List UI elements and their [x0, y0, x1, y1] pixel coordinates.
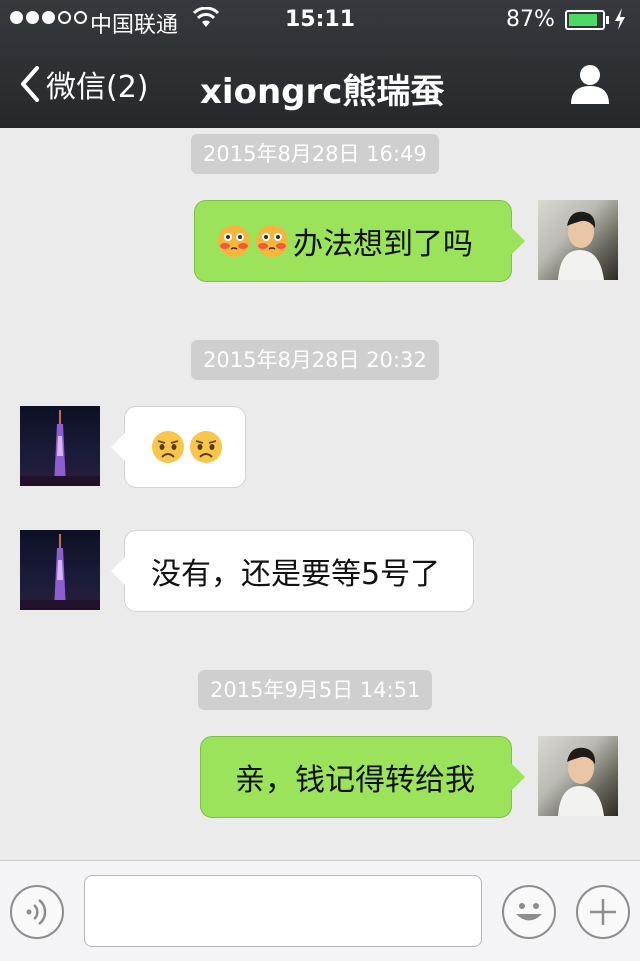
chat-title: xiongrc熊瑞蚕 — [200, 72, 445, 112]
back-label: 微信(2) — [46, 70, 149, 105]
smiley-icon — [516, 903, 542, 921]
contact-profile-icon[interactable] — [568, 62, 612, 110]
plus-icon — [590, 899, 616, 925]
bubble-tail — [511, 227, 525, 255]
bubble-tail — [511, 763, 525, 791]
message-text: 办法想到了吗 — [293, 227, 473, 262]
message-text: 亲，钱记得转给我 — [235, 763, 475, 798]
voice-input-button[interactable] — [10, 885, 64, 939]
message-timestamp: 2015年9月5日 14:51 — [198, 670, 433, 710]
chevron-left-icon — [20, 66, 40, 102]
tower-photo-icon — [20, 410, 100, 486]
my-avatar[interactable] — [538, 736, 618, 816]
my-avatar[interactable] — [538, 200, 618, 280]
battery-percentage: 87% — [506, 7, 555, 32]
contact-avatar[interactable] — [20, 530, 100, 610]
bubble-tail — [111, 557, 125, 585]
more-options-button[interactable] — [576, 885, 630, 939]
navigation-bar: 微信(2) xiongrc熊瑞蚕 — [0, 40, 640, 128]
back-button[interactable]: 微信(2) — [20, 62, 149, 106]
person-photo-icon — [558, 211, 604, 280]
message-timestamp: 2015年8月28日 16:49 — [191, 134, 439, 174]
bubble-tail — [111, 433, 125, 461]
battery-tip — [606, 16, 609, 24]
emoji-button[interactable] — [502, 885, 556, 939]
sad-face-icon — [190, 431, 222, 463]
message-timestamp: 2015年8月28日 20:32 — [191, 340, 439, 380]
sad-face-icon — [152, 431, 184, 463]
person-photo-icon — [558, 747, 604, 816]
sent-message-bubble[interactable]: 办法想到了吗 — [194, 200, 525, 282]
received-message-bubble[interactable]: 没有，还是要等5号了 — [111, 530, 474, 612]
message-text-input[interactable] — [84, 875, 482, 947]
blushing-face-icon — [256, 225, 288, 257]
message-text: 没有，还是要等5号了 — [151, 557, 441, 592]
battery-icon — [565, 10, 605, 30]
sent-message-bubble[interactable]: 亲，钱记得转给我 — [200, 736, 525, 818]
received-message-bubble[interactable] — [111, 406, 246, 488]
battery-level-fill — [569, 14, 597, 26]
status-bar: 中国联通 15:11 87% — [0, 0, 640, 40]
voice-icon — [26, 899, 47, 925]
message-input-bar — [0, 860, 640, 961]
top-bar: 中国联通 15:11 87% 微信(2) xiongrc熊瑞蚕 — [0, 0, 640, 128]
charging-icon — [614, 8, 626, 35]
contact-avatar[interactable] — [20, 406, 100, 486]
tower-photo-icon — [20, 534, 100, 610]
blushing-face-icon — [218, 225, 250, 257]
